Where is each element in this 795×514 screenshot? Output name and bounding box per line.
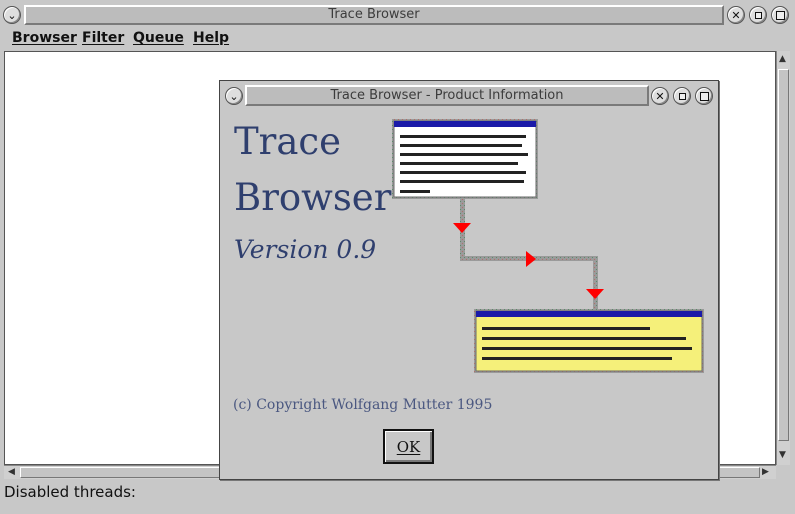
product-illustration [392,119,704,373]
vertical-scrollbar[interactable]: ▲ ▼ [776,51,790,465]
chevron-down-icon: ⌄ [7,8,17,22]
scroll-up-icon[interactable]: ▲ [779,55,786,64]
dialog-title: Trace Browser - Product Information [245,85,649,106]
app-name-line2: Browser [234,176,392,219]
dialog-close-button[interactable]: ✕ [651,87,669,105]
menu-browser[interactable]: Browser [12,30,77,46]
maximize-button[interactable] [771,6,789,24]
dialog-minimize-button[interactable] [673,87,691,105]
dialog-menu-button[interactable]: ⌄ [225,87,243,105]
menu-filter[interactable]: Filter [82,30,124,46]
minimize-button[interactable] [749,6,767,24]
menu-help[interactable]: Help [193,30,229,46]
scroll-down-icon[interactable]: ▼ [779,451,786,460]
close-icon: ✕ [731,8,741,22]
window-menu-button[interactable]: ⌄ [3,6,21,24]
flow-connector-icon [453,199,604,312]
maximize-icon [699,91,709,101]
minimize-icon [678,92,686,100]
dialog-maximize-button[interactable] [695,87,713,105]
copyright-text: (c) Copyright Wolfgang Mutter 1995 [233,397,493,413]
trace-browser-window-icon [474,309,704,373]
scroll-right-icon[interactable]: ▶ [762,468,769,477]
close-icon: ✕ [655,89,665,103]
maximize-icon [775,10,785,20]
vertical-scroll-thumb[interactable] [778,69,789,441]
close-button[interactable]: ✕ [727,6,745,24]
menu-queue[interactable]: Queue [133,30,184,46]
dialog-titlebar[interactable]: ⌄ Trace Browser - Product Information ✕ [220,85,718,107]
minimize-icon [754,11,762,19]
main-titlebar[interactable]: ⌄ Trace Browser ✕ [0,3,795,27]
status-disabled-threads: Disabled threads: [4,483,136,501]
chevron-down-icon: ⌄ [229,89,239,103]
scroll-left-icon[interactable]: ◀ [8,468,15,477]
main-window-title: Trace Browser [24,5,724,25]
version-label: Version 0.9 [234,235,377,264]
ok-button-label: OK [396,437,421,456]
ok-button[interactable]: OK [383,429,434,464]
menubar: Browser Filter Queue Help [0,28,795,50]
app-name-line1: Trace [234,120,342,163]
input-program-window-icon [392,119,538,199]
product-info-dialog: ⌄ Trace Browser - Product Information ✕ … [219,80,719,480]
